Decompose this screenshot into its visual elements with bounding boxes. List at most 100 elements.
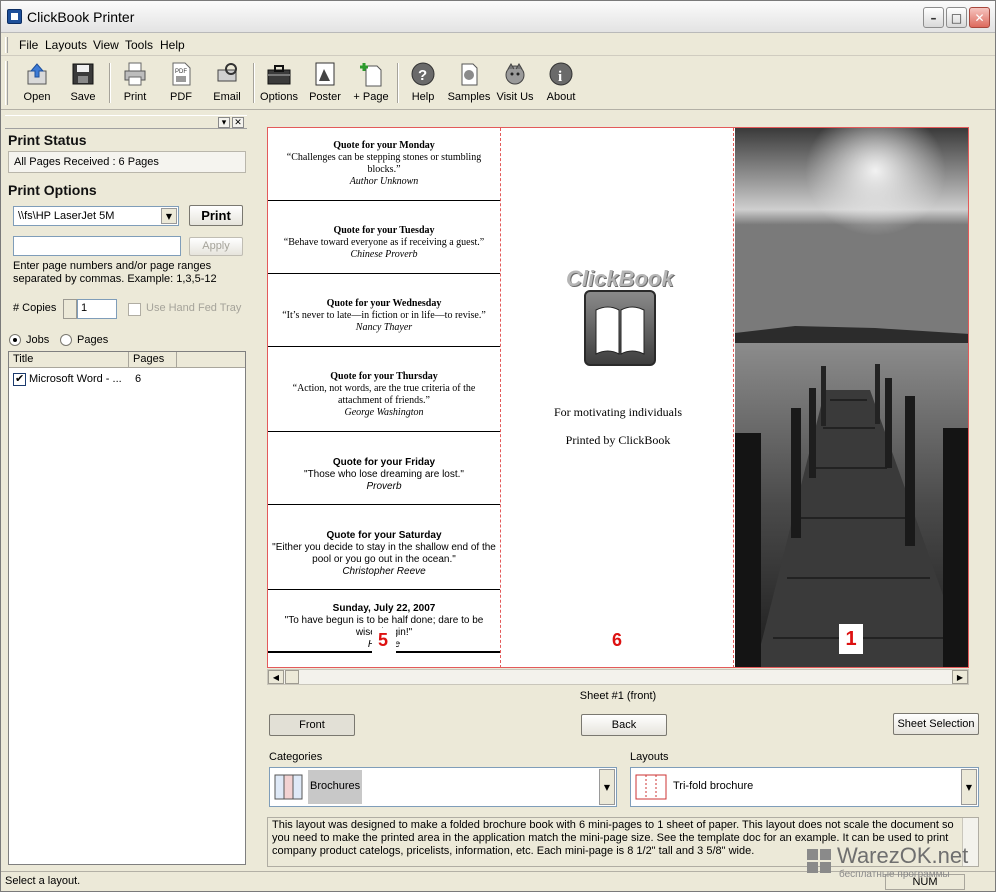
help-icon: ?: [411, 62, 435, 86]
save-label: Save: [70, 91, 96, 103]
pages-radio[interactable]: [60, 334, 72, 346]
printer-select[interactable]: \\fs\HP LaserJet 5M ▼: [13, 206, 179, 226]
about-button[interactable]: i About: [538, 61, 584, 107]
menu-layouts[interactable]: Layouts: [45, 38, 87, 52]
panel-header: ▾ ✕: [5, 115, 247, 129]
email-button[interactable]: Email: [204, 61, 250, 107]
pages-radio-label: Pages: [77, 334, 109, 346]
apply-button[interactable]: Apply: [189, 237, 243, 256]
print-status-title: Print Status: [8, 132, 87, 148]
quote-author: Proverb: [366, 481, 402, 492]
categories-combo[interactable]: Brochures ▼: [269, 767, 617, 807]
copies-input[interactable]: 1: [77, 299, 117, 319]
watermark-subtext: бесплатные программы: [839, 869, 950, 880]
horizontal-scrollbar[interactable]: ◀ ▶: [267, 669, 969, 685]
open-button[interactable]: Open: [14, 61, 60, 107]
column-title[interactable]: Title: [9, 352, 129, 368]
toolbar-grip: [5, 61, 8, 105]
quotes-page: Quote for your Monday “Challenges can be…: [268, 128, 501, 667]
toolbar-separator: [109, 63, 111, 103]
quote-title: Quote for your Thursday: [330, 371, 438, 382]
pier-photo: 1: [735, 128, 968, 667]
menu-help[interactable]: Help: [160, 38, 185, 52]
save-icon: [72, 63, 94, 85]
quote-author: Chinese Proverb: [350, 249, 418, 260]
page-number-6: 6: [612, 630, 623, 650]
scroll-thumb[interactable]: [285, 670, 299, 684]
preview-area: Quote for your Monday “Challenges can be…: [257, 115, 993, 869]
pdf-button[interactable]: PDF PDF: [158, 61, 204, 107]
printer-icon: [124, 62, 146, 86]
quote-tuesday: Quote for your Tuesday “Behave toward ev…: [268, 225, 500, 261]
pdf-icon: PDF: [172, 62, 191, 86]
divider: [268, 200, 500, 201]
sheet-preview[interactable]: Quote for your Monday “Challenges can be…: [267, 127, 969, 668]
job-list[interactable]: Title Pages Microsoft Word - ... 6: [8, 351, 246, 865]
quote-author: Christopher Reeve: [342, 566, 426, 577]
print-button[interactable]: Print: [189, 205, 243, 226]
scroll-left-icon[interactable]: ◀: [268, 670, 284, 684]
jobs-radio[interactable]: [9, 334, 21, 346]
app-window: ClickBook Printer – □ ✕ File Layouts Vie…: [0, 0, 996, 892]
save-button[interactable]: Save: [60, 61, 106, 107]
copies-spinner[interactable]: [63, 299, 77, 319]
back-button[interactable]: Back: [581, 714, 667, 736]
sheet-selection-button[interactable]: Sheet Selection: [893, 713, 979, 735]
samples-button[interactable]: Samples: [446, 61, 492, 107]
chevron-down-icon[interactable]: ▼: [599, 769, 615, 805]
print-toolbar-button[interactable]: Print: [112, 61, 158, 107]
divider: [268, 589, 500, 590]
about-label: About: [546, 91, 576, 103]
page-range-input[interactable]: [13, 236, 181, 256]
options-button[interactable]: Options: [256, 61, 302, 107]
help-button[interactable]: ? Help: [400, 61, 446, 107]
column-pages[interactable]: Pages: [129, 352, 177, 368]
front-button[interactable]: Front: [269, 714, 355, 736]
menu-file[interactable]: File: [19, 38, 38, 52]
table-row[interactable]: Microsoft Word - ... 6: [9, 372, 245, 388]
print-label: Print: [123, 91, 147, 103]
about-icon: i: [549, 62, 573, 86]
menu-tools[interactable]: Tools: [125, 38, 153, 52]
layouts-combo[interactable]: Tri-fold brochure ▼: [630, 767, 979, 807]
minimize-button[interactable]: –: [923, 7, 944, 28]
menu-view[interactable]: View: [93, 38, 119, 52]
quote-title: Quote for your Saturday: [326, 530, 442, 541]
row-checkbox[interactable]: [13, 372, 26, 386]
chevron-down-icon[interactable]: ▼: [161, 208, 177, 224]
watermark: WarezOK.net бесплатные программы: [805, 843, 985, 883]
hand-fed-checkbox[interactable]: [128, 303, 141, 316]
close-button[interactable]: ✕: [969, 7, 990, 28]
toolbar-separator: [397, 63, 399, 103]
book-icon: [584, 290, 656, 366]
left-panel: ▾ ✕ Print Status All Pages Received : 6 …: [5, 115, 247, 869]
poster-button[interactable]: Poster: [302, 61, 348, 107]
add-page-button[interactable]: + Page: [348, 61, 394, 107]
poster-icon: [315, 62, 335, 86]
brochures-icon: [273, 771, 305, 803]
printer-select-value: \\fs\HP LaserJet 5M: [18, 210, 115, 222]
jobs-radio-label: Jobs: [26, 334, 50, 346]
cover-page: ClickBook For motivating individuals Pri…: [502, 128, 734, 667]
panel-close-icon[interactable]: ✕: [232, 117, 244, 128]
quote-text: "Those who lose dreaming are lost.": [304, 469, 464, 480]
pin-icon[interactable]: ▾: [218, 117, 230, 128]
row-title: Microsoft Word - ...: [29, 373, 122, 385]
divider: [268, 273, 500, 274]
add-page-label: + Page: [353, 91, 389, 103]
print-status-value: All Pages Received : 6 Pages: [8, 151, 246, 173]
window-title: ClickBook Printer: [27, 9, 135, 25]
maximize-button[interactable]: □: [946, 7, 967, 28]
svg-text:PDF: PDF: [175, 69, 187, 75]
quote-thursday: Quote for your Thursday “Action, not wor…: [268, 371, 500, 419]
quote-friday: Quote for your Friday "Those who lose dr…: [268, 457, 500, 493]
email-label: Email: [213, 91, 241, 103]
sheet-label: Sheet #1 (front): [579, 690, 657, 702]
menu-grip: [5, 37, 8, 53]
pdf-label: PDF: [170, 91, 192, 103]
visit-us-button[interactable]: Visit Us: [492, 61, 538, 107]
svg-text:?: ?: [418, 67, 427, 84]
chevron-down-icon[interactable]: ▼: [961, 769, 977, 805]
scroll-right-icon[interactable]: ▶: [952, 670, 968, 684]
toolbar: Open Save Print PDF PDF Email Options Po…: [1, 57, 995, 110]
